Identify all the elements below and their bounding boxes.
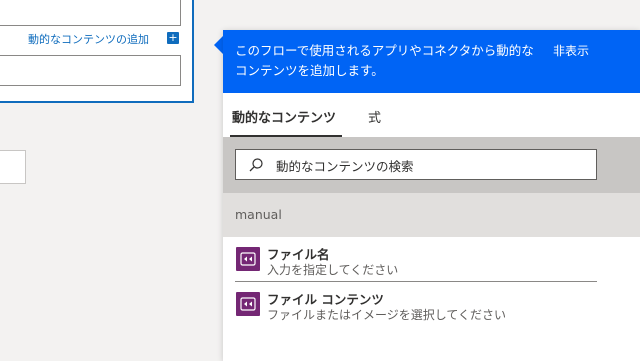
plus-icon[interactable]: + [167,32,179,44]
card-input-top[interactable] [0,0,181,26]
list-item[interactable]: ファイル コンテンツ ファイルまたはイメージを選択してください [223,282,640,326]
tab-dynamic-content[interactable]: 動的なコンテンツ [232,107,336,126]
dynamic-content-flyout: このフローで使用されるアプリやコネクタから動的なコンテンツを追加します。 非表示… [223,30,640,361]
hide-button[interactable]: 非表示 [553,42,589,59]
list-item[interactable]: ファイル名 入力を指定してください [223,237,640,281]
search-input[interactable]: 動的なコンテンツの検索 [235,149,597,180]
section-title: manual [235,207,282,222]
add-dynamic-content-link[interactable]: 動的なコンテンツの追加 [28,31,149,47]
section-header-manual[interactable]: manual [223,193,640,237]
search-area: 動的なコンテンツの検索 [223,137,640,193]
flyout-header: このフローで使用されるアプリやコネクタから動的なコンテンツを追加します。 非表示 [223,30,640,93]
flyout-tabs: 動的なコンテンツ 式 [223,93,640,137]
flyout-caret [214,36,223,54]
search-icon [249,158,263,172]
card-input-field[interactable] [0,55,181,86]
flyout-header-text: このフローで使用されるアプリやコネクタから動的なコンテンツを追加します。 [235,43,534,78]
search-placeholder: 動的なコンテンツの検索 [276,159,414,174]
tab-expression[interactable]: 式 [368,107,381,126]
item-description: 入力を指定してください [267,263,399,277]
background-input-field[interactable] [0,150,26,184]
power-automate-trigger-icon [236,247,260,271]
power-automate-trigger-icon [236,292,260,316]
item-description: ファイルまたはイメージを選択してください [267,308,507,322]
